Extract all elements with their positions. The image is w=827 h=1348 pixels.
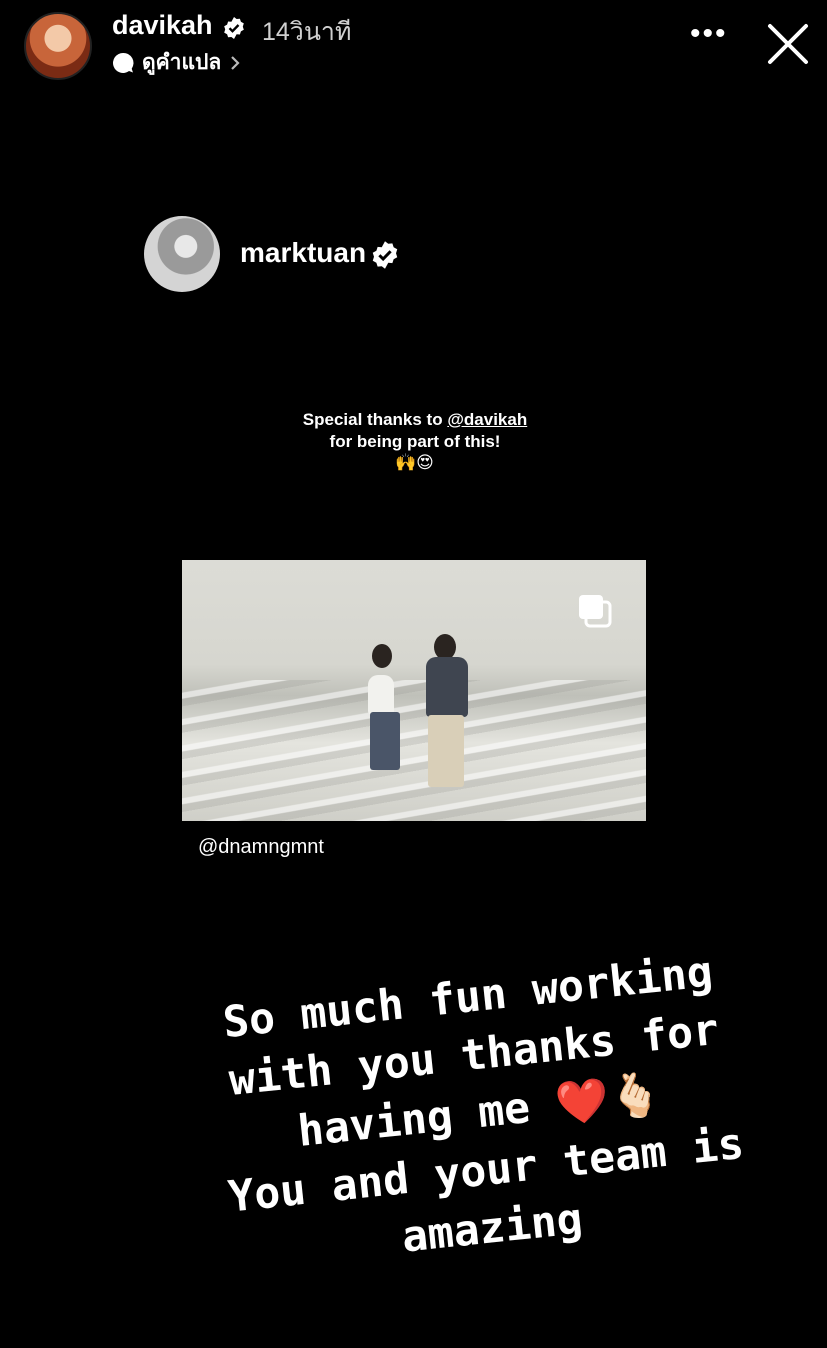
story-caption: So much fun working with you thanks for … [170,947,790,1308]
chevron-right-icon [231,55,240,70]
see-translation-label: ดูคำแปล [142,51,222,74]
story-username[interactable]: davikah [112,10,213,41]
repost-message: Special thanks to @davikah for being par… [240,409,590,453]
profile-avatar[interactable] [24,12,92,80]
person-head [372,644,392,668]
verified-badge-icon [372,241,398,269]
message-text: Special thanks to [302,410,448,429]
story-header: davikah 14วินาที ดูคำแปล ••• [0,0,827,100]
person-body [426,657,468,717]
reposted-avatar[interactable] [144,216,220,292]
close-icon[interactable] [766,22,810,66]
video-thumbnail[interactable] [182,560,646,821]
person-legs [428,715,464,787]
caption-text: So much fun working with you thanks for … [220,947,747,1263]
see-translation-link[interactable]: ดูคำแปล [112,46,241,79]
reposted-username[interactable]: marktuan [240,237,366,269]
person-legs [370,712,400,770]
message-emojis: 🙌😍 [395,453,434,472]
message-text: for being part of this! [329,432,501,451]
verified-badge-icon [224,17,244,39]
credit-mention[interactable]: @dnamngmnt [198,836,324,859]
mention-link[interactable]: @davikah [447,410,527,429]
speech-bubble-icon [113,52,134,73]
more-options-icon[interactable]: ••• [690,19,728,49]
carousel-icon [579,595,612,628]
sea-waves [182,680,646,821]
person-body [368,675,394,715]
story-timestamp: 14วินาที [262,18,352,46]
